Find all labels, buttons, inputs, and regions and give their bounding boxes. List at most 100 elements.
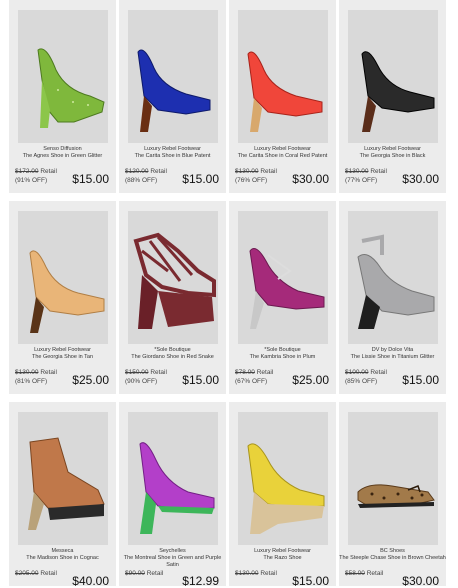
retail-label: Retail	[370, 369, 387, 376]
sale-price: $15.00	[182, 373, 219, 387]
retail-price: $130.00 Retail	[235, 570, 277, 578]
product-brand[interactable]: DV by Dolce Vita	[339, 347, 446, 354]
product-brand[interactable]: Senso Diffusion	[9, 146, 116, 153]
discount-percent: (88% OFF)	[125, 177, 158, 184]
product-name[interactable]: The Kambria Shoe in Plum	[229, 354, 336, 361]
retail-price: $120.00 Retail	[125, 168, 167, 176]
sale-price: $15.00	[182, 172, 219, 186]
original-price: $150.00	[125, 369, 149, 376]
original-price: $90.00	[125, 570, 145, 577]
product-image-coral-patent-pump[interactable]	[238, 10, 328, 143]
retail-label: Retail	[40, 570, 57, 577]
original-price: $130.00	[345, 168, 369, 175]
product-brand[interactable]: *Sole Boutique	[119, 347, 226, 354]
product-name[interactable]: The Carita Shoe in Coral Red Patent	[229, 153, 336, 160]
original-price: $130.00	[235, 168, 259, 175]
discount-percent: (85% OFF)	[345, 378, 378, 385]
product-card[interactable]: Messeca The Madison Shoe in Cognac $205.…	[9, 402, 116, 588]
product-image-green-glitter-pump[interactable]	[18, 10, 108, 143]
retail-price: $150.00 Retail	[125, 369, 167, 377]
product-brand[interactable]: Luxury Rebel Footwear	[339, 146, 446, 153]
retail-price: $130.00 Retail	[235, 168, 277, 176]
retail-price: $100.00 Retail	[345, 369, 387, 377]
original-price: $172.00	[15, 168, 39, 175]
product-image-red-snake-strappy-platform[interactable]	[128, 211, 218, 344]
retail-label: Retail	[40, 369, 57, 376]
product-card[interactable]: Luxury Rebel Footwear The Georgia Shoe i…	[339, 0, 446, 193]
discount-percent: (81% OFF)	[15, 378, 48, 385]
product-card[interactable]: Luxury Rebel Footwear The Georgia Shoe i…	[9, 201, 116, 394]
product-image-blue-patent-pump[interactable]	[128, 10, 218, 143]
product-brand[interactable]: Luxury Rebel Footwear	[229, 146, 336, 153]
product-card[interactable]: Luxury Rebel Footwear The Razo Shoe $130…	[229, 402, 336, 588]
original-price: $120.00	[125, 168, 149, 175]
product-name[interactable]: The Georgia Shoe in Tan	[9, 354, 116, 361]
discount-percent: (90% OFF)	[125, 378, 158, 385]
retail-label: Retail	[260, 570, 277, 577]
product-image-cognac-bootie[interactable]	[18, 412, 108, 545]
product-brand[interactable]: Messeca	[9, 548, 116, 555]
product-image-titanium-glitter-platform[interactable]	[348, 211, 438, 344]
product-image-purple-satin-pump[interactable]	[128, 412, 218, 545]
discount-percent: (67% OFF)	[235, 378, 268, 385]
product-card[interactable]: Senso Diffusion The Agnes Shoe in Green …	[9, 0, 116, 193]
discount-percent: (76% OFF)	[235, 177, 268, 184]
product-brand[interactable]: Luxury Rebel Footwear	[9, 347, 116, 354]
product-brand[interactable]: Seychelles	[119, 548, 226, 555]
product-name[interactable]: The Giordano Shoe in Red Snake	[119, 354, 226, 361]
original-price: $205.00	[15, 570, 39, 577]
retail-label: Retail	[150, 168, 167, 175]
product-card[interactable]: BC Shoes The Steeple Chase Shoe in Brown…	[339, 402, 446, 588]
retail-label: Retail	[366, 570, 384, 577]
product-image-black-pump[interactable]	[348, 10, 438, 143]
product-image-cheetah-flat[interactable]	[348, 412, 438, 545]
product-name[interactable]: The Lissie Shoe in Titanium Glitter	[339, 354, 446, 361]
retail-price: $78.00 Retail	[235, 369, 273, 377]
product-name[interactable]: The Georgia Shoe in Black	[339, 153, 446, 160]
product-brand[interactable]: BC Shoes	[339, 548, 446, 555]
product-image-tan-pump[interactable]	[18, 211, 108, 344]
product-name[interactable]: The Montreal Shoe in Green and Purple Sa…	[119, 555, 226, 568]
sale-price: $30.00	[402, 172, 439, 186]
sale-price: $15.00	[72, 172, 109, 186]
sale-price: $25.00	[72, 373, 109, 387]
product-brand[interactable]: Luxury Rebel Footwear	[229, 548, 336, 555]
retail-label: Retail	[260, 168, 277, 175]
product-card[interactable]: Luxury Rebel Footwear The Carita Shoe in…	[229, 0, 336, 193]
original-price: $58.00	[345, 570, 365, 577]
sale-price: $30.00	[292, 172, 329, 186]
product-card[interactable]: *Sole Boutique The Kambria Shoe in Plum …	[229, 201, 336, 394]
retail-price: $130.00 Retail	[345, 168, 387, 176]
original-price: $78.00	[235, 369, 255, 376]
original-price: $130.00	[235, 570, 259, 577]
original-price: $130.00	[15, 369, 39, 376]
product-brand[interactable]: *Sole Boutique	[229, 347, 336, 354]
product-card[interactable]: Seychelles The Montreal Shoe in Green an…	[119, 402, 226, 588]
retail-price: $172.00 Retail	[15, 168, 57, 176]
sale-price: $25.00	[292, 373, 329, 387]
product-card[interactable]: DV by Dolce Vita The Lissie Shoe in Tita…	[339, 201, 446, 394]
retail-label: Retail	[40, 168, 57, 175]
retail-price: $58.00 Retail	[345, 570, 383, 578]
retail-price: $130.00 Retail	[15, 369, 57, 377]
product-image-plum-heel[interactable]	[238, 211, 328, 344]
retail-label: Retail	[146, 570, 164, 577]
retail-label: Retail	[150, 369, 167, 376]
discount-percent: (77% OFF)	[345, 177, 378, 184]
discount-percent: (91% OFF)	[15, 177, 48, 184]
product-card[interactable]: Luxury Rebel Footwear The Carita Shoe in…	[119, 0, 226, 193]
original-price: $100.00	[345, 369, 369, 376]
product-name[interactable]: The Steeple Chase Shoe in Brown Cheetah	[339, 555, 446, 562]
retail-label: Retail	[256, 369, 274, 376]
sale-price: $15.00	[402, 373, 439, 387]
product-card[interactable]: *Sole Boutique The Giordano Shoe in Red …	[119, 201, 226, 394]
product-name[interactable]: The Carita Shoe in Blue Patent	[119, 153, 226, 160]
product-brand[interactable]: Luxury Rebel Footwear	[119, 146, 226, 153]
product-image-yellow-wedge[interactable]	[238, 412, 328, 545]
product-name[interactable]: The Agnes Shoe in Green Glitter	[9, 153, 116, 160]
retail-label: Retail	[370, 168, 387, 175]
retail-price: $90.00 Retail	[125, 570, 163, 578]
product-name[interactable]: The Madison Shoe in Cognac	[9, 555, 116, 562]
product-name[interactable]: The Razo Shoe	[229, 555, 336, 562]
retail-price: $205.00 Retail	[15, 570, 57, 578]
